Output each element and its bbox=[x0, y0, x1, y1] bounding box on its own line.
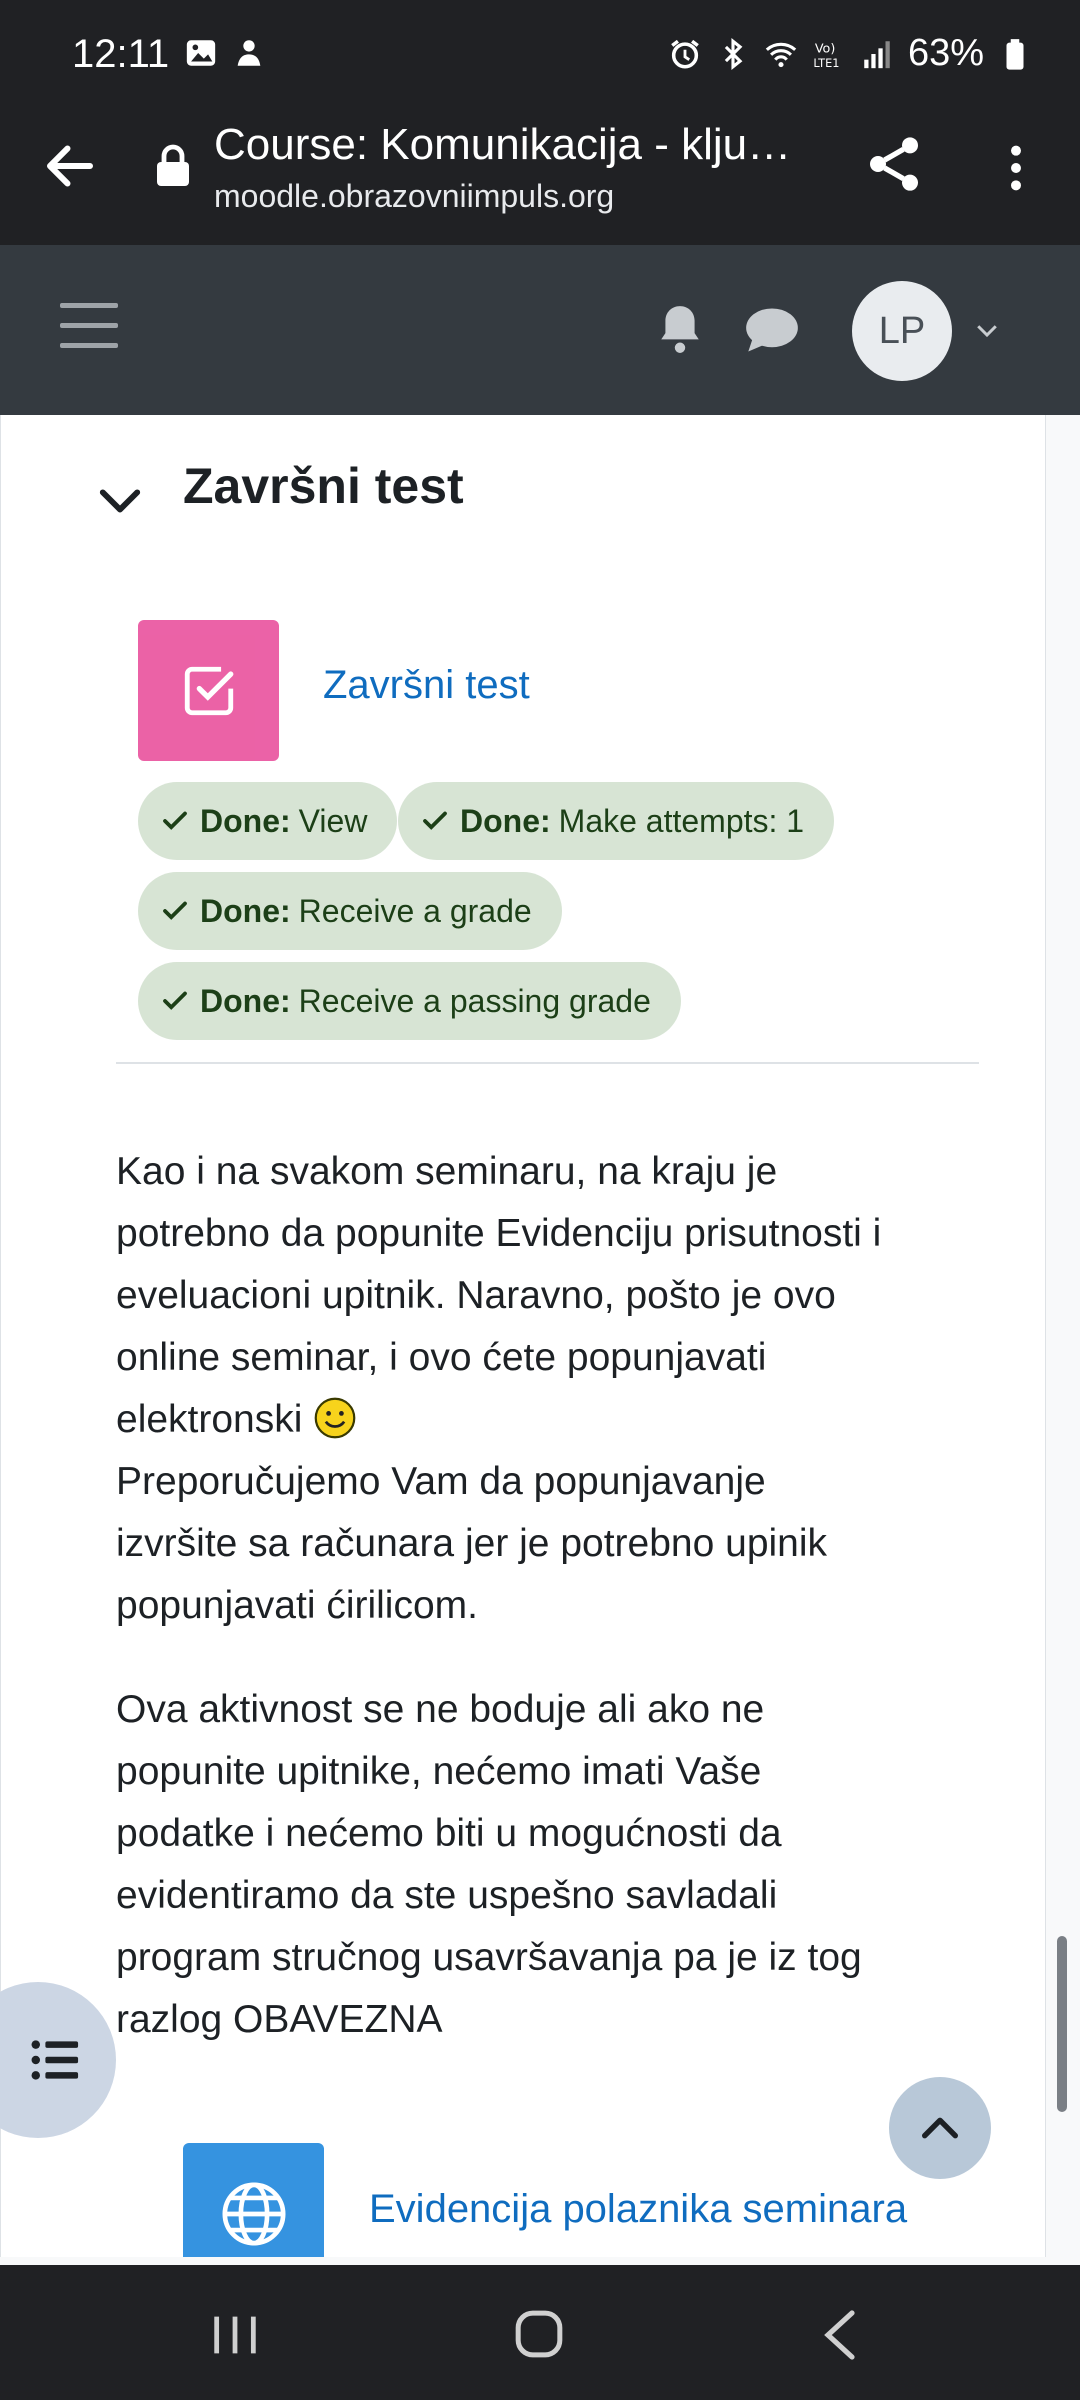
paragraph-mandatory-notice: Ova aktivnost se ne boduje ali ako ne po… bbox=[116, 1688, 862, 2041]
svg-text:LTE1: LTE1 bbox=[813, 55, 839, 69]
url-activity-icon[interactable] bbox=[183, 2143, 324, 2257]
badge-text: View bbox=[298, 802, 368, 839]
wifi-icon bbox=[765, 42, 797, 67]
list-icon bbox=[31, 2040, 79, 2080]
completion-badge-view: Done: View bbox=[138, 782, 398, 860]
divider bbox=[116, 1062, 979, 1064]
badge-text: Make attempts: 1 bbox=[558, 802, 805, 839]
svg-text:Vo): Vo) bbox=[815, 41, 836, 56]
back-arrow-icon[interactable] bbox=[40, 136, 100, 196]
checkmark-icon bbox=[163, 991, 187, 1010]
scrollbar-thumb[interactable] bbox=[1057, 1936, 1067, 2112]
globe-icon bbox=[222, 2182, 285, 2245]
activity-link-evidencija[interactable]: Evidencija polaznika seminara bbox=[369, 2187, 907, 2232]
completion-badge-passing-grade: Done: Receive a passing grade bbox=[138, 962, 681, 1040]
battery-icon bbox=[1006, 38, 1024, 70]
checkmark-icon bbox=[423, 811, 447, 830]
badge-prefix: Done: bbox=[460, 802, 551, 839]
checkmark-icon bbox=[163, 901, 187, 920]
bluetooth-icon bbox=[724, 37, 743, 70]
moodle-navbar: LP bbox=[0, 245, 1080, 415]
home-icon[interactable] bbox=[514, 2309, 564, 2359]
quiz-activity-icon[interactable] bbox=[138, 620, 279, 761]
paragraph-text: Preporučujemo Vam da popunjavanje izvrši… bbox=[116, 1460, 828, 1627]
chevron-down-icon[interactable] bbox=[972, 315, 1002, 345]
battery-percentage: 63% bbox=[907, 32, 984, 74]
checkbox-icon bbox=[184, 666, 233, 715]
app-notification-icon bbox=[237, 40, 261, 66]
completion-badge-grade: Done: Receive a grade bbox=[138, 872, 562, 950]
back-to-top-button[interactable] bbox=[889, 2077, 991, 2179]
user-avatar[interactable]: LP bbox=[852, 281, 952, 381]
hamburger-menu-icon[interactable] bbox=[60, 303, 118, 353]
badge-text: Receive a passing grade bbox=[298, 982, 651, 1019]
volte-icon: Vo)LTE1 bbox=[813, 41, 839, 69]
section-title[interactable]: Završni test bbox=[183, 457, 464, 515]
page-url[interactable]: moodle.obrazovniimpuls.org bbox=[214, 178, 614, 215]
lock-icon[interactable] bbox=[155, 144, 191, 188]
browser-chrome: 12:11 Vo) LTE1 63% Course: Komunikacija -… bbox=[0, 0, 1080, 245]
paragraph-instructions: Kao i na svakom seminaru, na kraju je po… bbox=[116, 1141, 886, 1637]
recent-apps-icon[interactable] bbox=[210, 2313, 260, 2357]
course-content: Završni test Završni test Done: View Done… bbox=[0, 415, 1046, 2257]
activity-link-quiz[interactable]: Završni test bbox=[323, 663, 530, 708]
status-bar: 12:11 Vo) LTE1 63% bbox=[0, 0, 1080, 115]
page-title[interactable]: Course: Komunikacija - klju… bbox=[214, 120, 794, 170]
more-options-icon[interactable] bbox=[990, 138, 1042, 198]
status-system-icons: Vo) LTE1 63% bbox=[668, 32, 1032, 75]
checkmark-icon bbox=[163, 811, 187, 830]
status-notification-icons bbox=[184, 36, 266, 70]
back-icon[interactable] bbox=[820, 2309, 860, 2361]
status-time: 12:11 bbox=[72, 32, 170, 76]
completion-badge-attempts: Done: Make attempts: 1 bbox=[398, 782, 835, 860]
gallery-icon bbox=[186, 40, 216, 66]
badge-prefix: Done: bbox=[200, 982, 291, 1019]
paragraph-text: Kao i na svakom seminaru, na kraju je po… bbox=[116, 1150, 882, 1441]
messages-chat-icon[interactable] bbox=[744, 305, 800, 355]
badge-prefix: Done: bbox=[200, 892, 291, 929]
badge-text: Receive a grade bbox=[298, 892, 532, 929]
signal-icon bbox=[864, 40, 890, 68]
address-bar: Course: Komunikacija - klju… moodle.obra… bbox=[0, 118, 1080, 245]
share-icon[interactable] bbox=[862, 132, 926, 196]
chevron-up-icon bbox=[921, 2117, 959, 2139]
alarm-icon bbox=[671, 39, 699, 69]
collapse-chevron-icon[interactable] bbox=[97, 477, 143, 523]
smiley-emoji-icon bbox=[314, 1397, 356, 1439]
badge-prefix: Done: bbox=[200, 802, 291, 839]
system-navigation-bar bbox=[0, 2265, 1080, 2400]
notifications-bell-icon[interactable] bbox=[655, 301, 705, 357]
